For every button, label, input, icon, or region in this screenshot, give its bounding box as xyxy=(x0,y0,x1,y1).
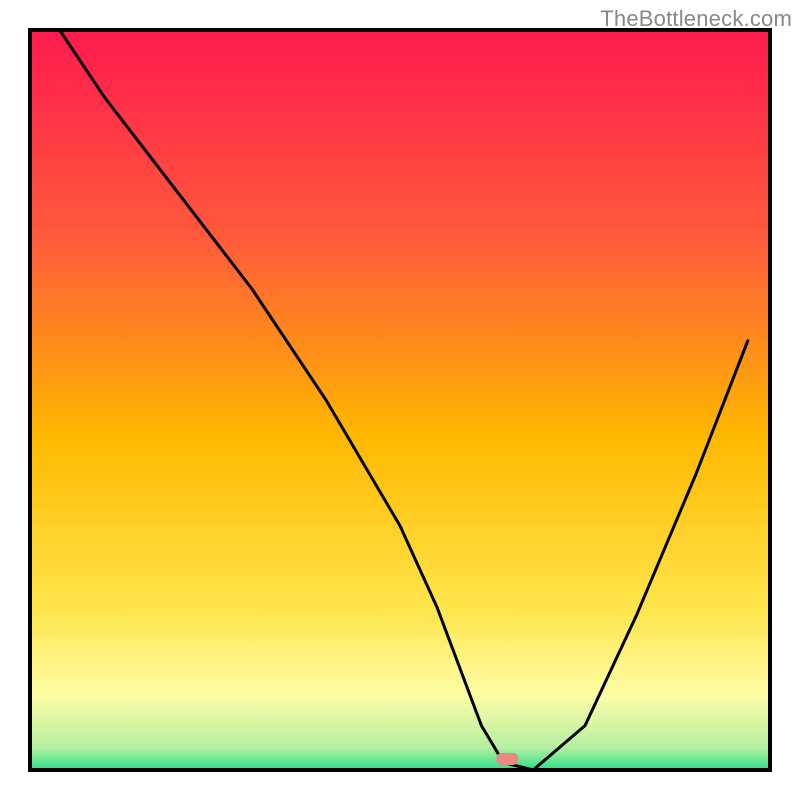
bottleneck-chart xyxy=(0,0,800,800)
chart-container: TheBottleneck.com xyxy=(0,0,800,800)
minimum-marker xyxy=(496,753,518,765)
watermark-text: TheBottleneck.com xyxy=(600,6,792,32)
plot-background xyxy=(30,30,770,770)
